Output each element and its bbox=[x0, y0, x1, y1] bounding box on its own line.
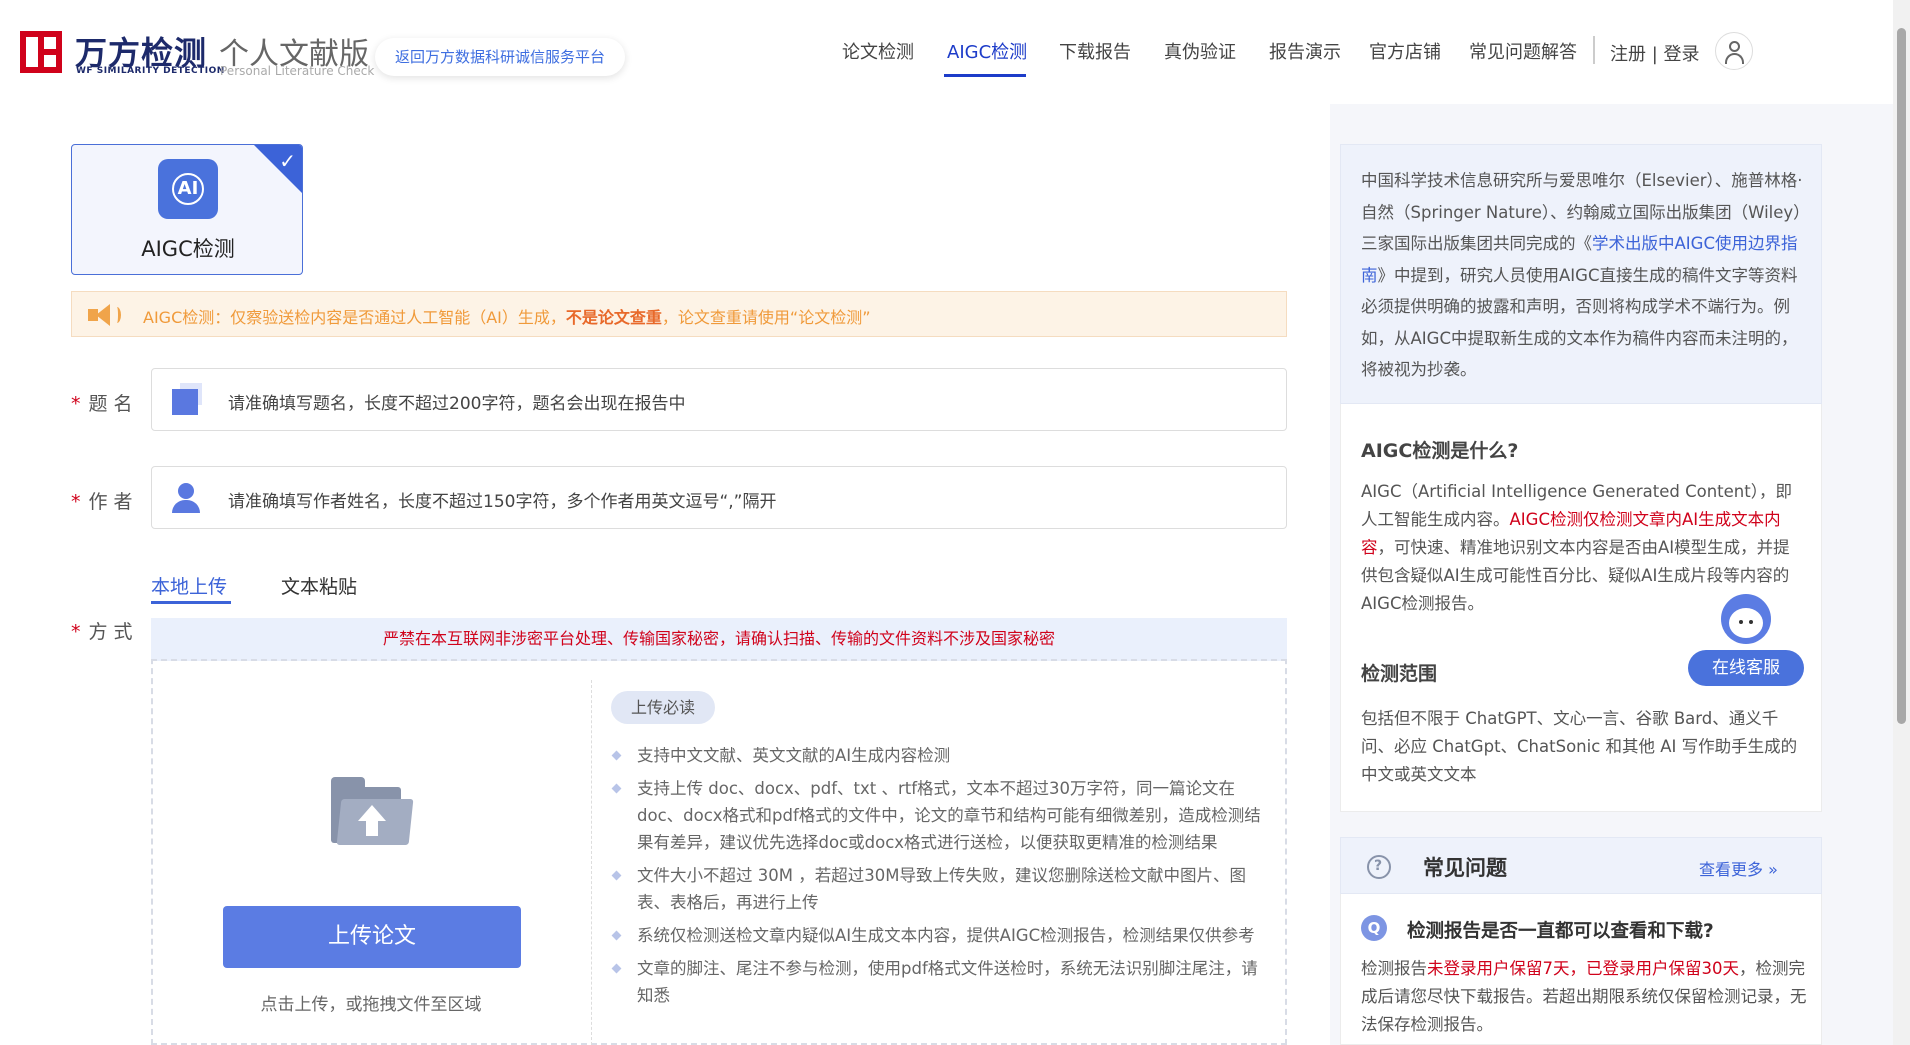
scope-text: 包括但不限于 ChatGPT、文心一言、谷歌 Bard、通义千问、必应 Chat… bbox=[1361, 709, 1798, 784]
active-nav-indicator bbox=[944, 74, 1026, 77]
aigc-notice: AIGC检测：仅察验送检内容是否通过人工智能（AI）生成，不是论文查重，论文查重… bbox=[71, 291, 1287, 337]
author-label: * 作 者 bbox=[71, 491, 133, 513]
return-platform-link[interactable]: 返回万方数据科研诚信服务平台 bbox=[375, 38, 626, 76]
nav-aigc-check[interactable]: AIGC检测 bbox=[947, 38, 1027, 64]
person-icon bbox=[170, 483, 200, 513]
nav-divider bbox=[1593, 36, 1595, 64]
scrollbar-thumb[interactable] bbox=[1897, 28, 1906, 724]
nav-official-store[interactable]: 官方店铺 bbox=[1369, 38, 1441, 64]
folder-upload-icon[interactable] bbox=[331, 777, 414, 845]
aigc-guideline-intro: 中国科学技术信息研究所与爱思唯尔（Elsevier）、施普林格·自然（Sprin… bbox=[1340, 144, 1822, 404]
faq-answer-highlight: 未登录用户保留7天，已登录用户保留30天 bbox=[1427, 959, 1739, 978]
nav-download-report[interactable]: 下载报告 bbox=[1059, 38, 1131, 64]
secrecy-warning: 严禁在本互联网非涉密平台处理、传输国家秘密，请确认扫描、传输的文件资料不涉及国家… bbox=[151, 618, 1287, 661]
online-service-widget[interactable]: 在线客服 bbox=[1688, 594, 1804, 686]
upload-rules: 支持中文文献、英文文献的AI生成内容检测 支持上传 doc、docx、pdf、t… bbox=[611, 742, 1261, 1015]
register-login-link[interactable]: 注册 | 登录 bbox=[1610, 40, 1700, 66]
rule-item: 支持中文文献、英文文献的AI生成内容检测 bbox=[611, 742, 1261, 769]
method-label: * 方 式 bbox=[71, 621, 133, 643]
title-label: * 题 名 bbox=[71, 393, 133, 415]
check-icon: ✓ bbox=[279, 149, 296, 173]
nav-paper-check[interactable]: 论文检测 bbox=[842, 38, 914, 64]
card-label: AIGC检测 bbox=[141, 237, 235, 261]
faq-question[interactable]: 检测报告是否一直都可以查看和下载? bbox=[1407, 917, 1714, 943]
edition-subtitle: Personal Literature Check bbox=[220, 64, 375, 78]
lightbulb-icon: ? bbox=[1361, 850, 1395, 884]
tab-local-upload[interactable]: 本地上传 bbox=[151, 572, 227, 599]
page-scrollbar[interactable] bbox=[1893, 0, 1910, 1045]
rule-item: 支持上传 doc、docx、pdf、txt 、rtf格式，文本不超过30万字符，… bbox=[611, 775, 1261, 856]
faq-title: 常见问题 bbox=[1423, 856, 1507, 880]
upload-divider bbox=[591, 680, 592, 1045]
scope-heading: 检测范围 bbox=[1361, 663, 1438, 685]
logo-english: WF SIMILARITY DETECTION bbox=[76, 66, 225, 76]
author-placeholder: 请准确填写作者姓名，长度不超过150字符，多个作者用英文逗号“,”隔开 bbox=[228, 492, 777, 512]
notice-prefix: AIGC检测：仅察验送检内容是否通过人工智能（AI）生成， bbox=[143, 308, 566, 327]
online-service-button[interactable]: 在线客服 bbox=[1688, 650, 1804, 686]
upload-hint: 点击上传，或拖拽文件至区域 bbox=[260, 995, 482, 1015]
user-avatar-icon[interactable] bbox=[1715, 32, 1753, 70]
tab-text-paste[interactable]: 文本粘贴 bbox=[281, 572, 357, 599]
upload-paper-button[interactable]: 上传论文 bbox=[223, 906, 521, 968]
title-placeholder: 请准确填写题名，长度不超过200字符，题名会出现在报告中 bbox=[228, 394, 686, 414]
nav-report-demo[interactable]: 报告演示 bbox=[1269, 38, 1341, 64]
what-is-aigc-heading: AIGC检测是什么? bbox=[1361, 440, 1519, 462]
faq-more-link[interactable]: 查看更多 » bbox=[1699, 856, 1778, 880]
faq-answer: 检测报告 bbox=[1361, 959, 1427, 978]
title-field[interactable]: 请准确填写题名，长度不超过200字符，题名会出现在报告中 bbox=[151, 368, 1287, 431]
must-read-badge: 上传必读 bbox=[611, 691, 716, 724]
rule-item: 文章的脚注、尾注不参与检测，使用pdf格式文件送检时，系统无法识别脚注尾注，请知… bbox=[611, 955, 1261, 1009]
nav-faq[interactable]: 常见问题解答 bbox=[1469, 38, 1577, 64]
author-field[interactable]: 请准确填写作者姓名，长度不超过150字符，多个作者用英文逗号“,”隔开 bbox=[151, 466, 1287, 529]
nav-authenticity[interactable]: 真伪验证 bbox=[1164, 38, 1236, 64]
title-icon bbox=[170, 383, 202, 415]
speaker-icon bbox=[88, 304, 121, 326]
ai-icon: AI bbox=[158, 159, 218, 219]
faq-header: ? 常见问题 查看更多 » bbox=[1340, 837, 1822, 894]
intro-text-end: 》中提到，研究人员使用AIGC直接生成的稿件文字等资料必须提供明确的披露和声明，… bbox=[1361, 265, 1798, 380]
notice-suffix: ，论文查重请使用“论文检测” bbox=[661, 308, 871, 327]
customer-service-icon bbox=[1721, 594, 1771, 644]
faq-item: Q 检测报告是否一直都可以查看和下载? 检测报告未登录用户保留7天，已登录用户保… bbox=[1340, 894, 1822, 1045]
top-header: 万方检测 WF SIMILARITY DETECTION 个人文献版 Perso… bbox=[0, 0, 1893, 104]
wanfang-logo-icon[interactable] bbox=[20, 31, 62, 73]
aigc-service-card[interactable]: ✓ AI AIGC检测 bbox=[71, 144, 303, 275]
rule-item: 文件大小不超过 30M ，若超过30M导致上传失败，建议您删除送检文献中图片、图… bbox=[611, 862, 1261, 916]
notice-bold: 不是论文查重 bbox=[565, 308, 662, 327]
question-badge-icon: Q bbox=[1361, 915, 1387, 941]
active-tab-indicator bbox=[151, 601, 231, 604]
rule-item: 系统仅检测送检文章内疑似AI生成文本内容，提供AIGC检测报告，检测结果仅供参考 bbox=[611, 922, 1261, 949]
